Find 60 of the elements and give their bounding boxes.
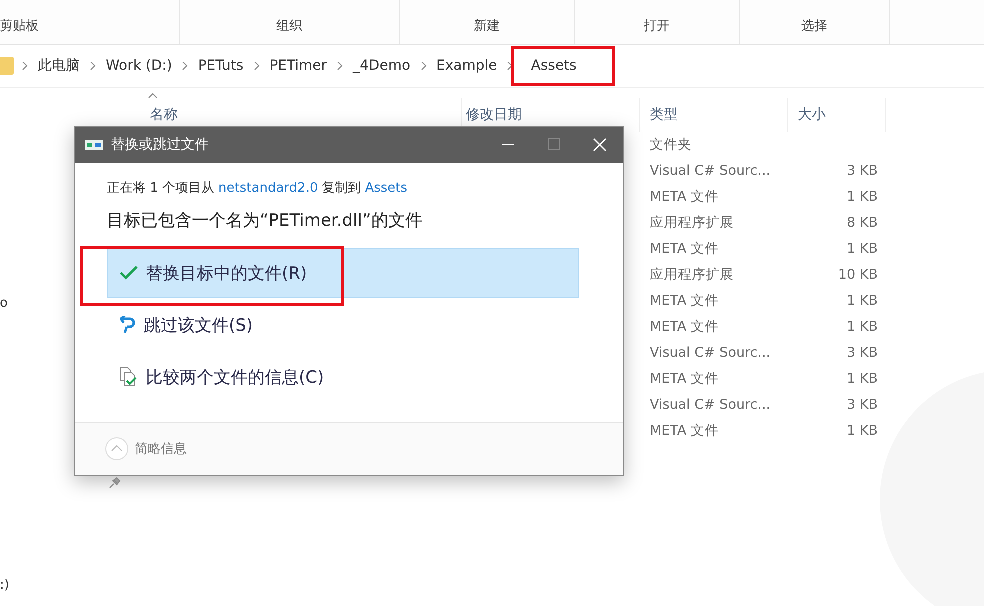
check-icon: [120, 266, 138, 280]
breadcrumb-item[interactable]: _4Demo: [343, 50, 421, 82]
breadcrumb-item[interactable]: Assets: [513, 48, 613, 84]
size-cell-text: 1 KB: [846, 319, 879, 335]
type-cell-text: META 文件: [649, 422, 720, 440]
type-cell-text: META 文件: [649, 240, 720, 258]
size-cell-text: 1 KB: [846, 423, 879, 439]
sidebar-text: :): [0, 578, 10, 593]
ribbon-group-label: 组织: [276, 18, 302, 35]
chevron-icon[interactable]: [337, 62, 344, 70]
folder-link[interactable]: netstandard2.0: [218, 181, 318, 196]
copy-status-text: 正在将 1 个项目从 netstandard2.0 复制到 Assets: [107, 180, 409, 197]
chevron-icon[interactable]: [22, 62, 28, 70]
sidebar-text: o: [0, 296, 8, 311]
dialog-option[interactable]: 替换目标中的文件(R): [107, 248, 579, 298]
dialog-option[interactable]: 跳过该文件(S): [107, 300, 579, 350]
type-cell-text: META 文件: [649, 318, 720, 336]
type-cell-text: META 文件: [649, 188, 720, 206]
type-cell-text: Visual C# Sourc...: [649, 397, 772, 413]
size-cell-text: 1 KB: [846, 241, 879, 257]
size-cell-text: 3 KB: [846, 397, 879, 413]
size-cell-text: 3 KB: [846, 163, 879, 179]
chevron-icon[interactable]: [507, 62, 514, 70]
breadcrumb-item[interactable]: PETimer: [260, 50, 338, 82]
dialog-title: 替换或跳过文件: [111, 136, 210, 154]
details-toggle-label[interactable]: 简略信息: [135, 440, 187, 458]
size-cell-text: 3 KB: [846, 345, 879, 361]
chevron-icon[interactable]: [90, 62, 96, 70]
ribbon-group-label: 打开: [644, 18, 670, 35]
ribbon-group-label: 新建: [474, 18, 500, 35]
dialog-app-icon: [85, 139, 103, 151]
column-header[interactable]: 大小: [788, 98, 886, 132]
type-cell-text: 文件夹: [649, 136, 693, 154]
ribbon-group-label: 剪贴板: [0, 18, 39, 35]
breadcrumb-item[interactable]: Work (D:): [96, 50, 182, 82]
ribbon-group-label: 选择: [802, 18, 828, 35]
type-cell-text: Visual C# Sourc...: [649, 345, 772, 361]
undo-arrow-icon: [120, 316, 136, 334]
breadcrumb-item[interactable]: PETuts: [188, 50, 254, 82]
size-cell-text: 1 KB: [846, 293, 879, 309]
conflict-message: 目标已包含一个名为“PETimer.dll”的文件: [107, 210, 424, 232]
size-cell-text: 10 KB: [837, 267, 879, 283]
type-cell-text: Visual C# Sourc...: [649, 163, 772, 179]
column-header[interactable]: 类型: [640, 98, 788, 132]
compare-files-icon: [120, 367, 138, 387]
folder-icon: [0, 57, 14, 75]
dialog-option[interactable]: 比较两个文件的信息(C): [107, 352, 579, 402]
type-cell-text: 应用程序扩展: [649, 214, 735, 232]
folder-link[interactable]: Assets: [365, 181, 408, 196]
breadcrumb-item[interactable]: 此电脑: [28, 49, 90, 83]
type-cell-text: 应用程序扩展: [649, 266, 735, 284]
type-cell-text: META 文件: [649, 292, 720, 310]
size-cell-text: 8 KB: [846, 215, 879, 231]
type-cell-text: META 文件: [649, 370, 720, 388]
breadcrumb-item[interactable]: Example: [426, 50, 508, 82]
size-cell-text: 1 KB: [846, 371, 879, 387]
chevron-icon[interactable]: [254, 62, 260, 70]
size-cell-text: 1 KB: [846, 189, 879, 205]
chevron-icon[interactable]: [420, 62, 427, 70]
chevron-icon[interactable]: [182, 62, 188, 70]
